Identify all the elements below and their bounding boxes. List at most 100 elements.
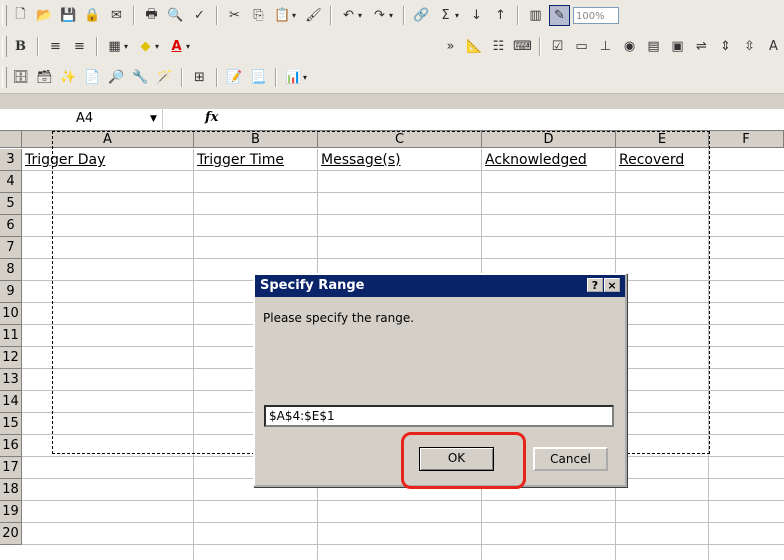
row-header[interactable]: 15 (0, 413, 22, 435)
row-header[interactable]: 13 (0, 369, 22, 391)
edit-sheet-icon[interactable]: 📝 (224, 67, 245, 88)
autosum-icon[interactable]: Σ (435, 5, 456, 26)
toolbar-grip[interactable] (2, 5, 7, 26)
wizard-icon[interactable]: ✨ (58, 67, 79, 88)
row-header[interactable]: 3 (0, 149, 22, 171)
row-header[interactable]: 4 (0, 171, 22, 193)
hyperlink-icon[interactable]: 🔗 (411, 5, 432, 26)
name-box[interactable]: A4 ▼ (0, 109, 163, 129)
row-header[interactable]: 5 (0, 193, 22, 215)
print-preview-icon[interactable]: 🔍 (165, 5, 186, 26)
row-header[interactable]: 16 (0, 435, 22, 457)
sort-ascending-icon[interactable]: ↓ (466, 5, 487, 26)
zoom-select[interactable]: 100% (573, 7, 619, 24)
toolbar-options-icon[interactable]: » (440, 36, 461, 57)
chevron-down-icon[interactable]: ▾ (186, 42, 194, 51)
view-code-icon[interactable]: ⌨ (512, 36, 533, 57)
scrollbar-control-icon[interactable]: ⇳ (739, 36, 760, 57)
fill-color-icon[interactable]: ◆ (135, 36, 156, 57)
row-header[interactable]: 14 (0, 391, 22, 413)
listbox-control-icon[interactable]: ▤ (643, 36, 664, 57)
row-header[interactable]: 18 (0, 479, 22, 501)
cut-icon[interactable]: ✂ (224, 5, 245, 26)
formula-bar: A4 ▼ fx (0, 109, 784, 131)
row-header[interactable]: 12 (0, 347, 22, 369)
standard-toolbar: 🗋 📂 💾 🔒 ✉ 🖶 🔍 ✓ ✂ ⎘ 📋 ▾ 🖌 ↶ ▾ ↷ ▾ 🔗 Σ ▾ … (0, 0, 784, 32)
undo-icon[interactable]: ↶ (338, 5, 359, 26)
chevron-down-icon[interactable]: ▾ (155, 42, 163, 51)
properties-icon[interactable]: ☷ (488, 36, 509, 57)
chevron-down-icon[interactable]: ▾ (389, 11, 397, 20)
paste-icon[interactable]: 📋 (272, 5, 293, 26)
align-left-icon[interactable]: ≡ (45, 36, 66, 57)
design-mode-icon[interactable]: 📐 (464, 36, 485, 57)
help-button[interactable]: ? (587, 278, 603, 292)
permission-icon[interactable]: 🔒 (82, 5, 103, 26)
label-control-icon[interactable]: ⊥ (595, 36, 616, 57)
column-header-f[interactable]: F (709, 131, 784, 148)
chevron-down-icon[interactable]: ▾ (358, 11, 366, 20)
row-header[interactable]: 8 (0, 259, 22, 281)
print-icon[interactable]: 🖶 (141, 5, 162, 26)
bold-icon[interactable]: B (10, 36, 31, 57)
toggle-control-icon[interactable]: ⇌ (691, 36, 712, 57)
edit-page-icon[interactable]: 📃 (248, 67, 269, 88)
separator (330, 6, 332, 25)
open-icon[interactable]: 📂 (34, 5, 55, 26)
separator (517, 6, 519, 25)
row-header[interactable]: 6 (0, 215, 22, 237)
wand-icon[interactable]: 🪄 (154, 67, 175, 88)
spin-control-icon[interactable]: ⇕ (715, 36, 736, 57)
tool-icon[interactable]: 🔧 (130, 67, 151, 88)
database-icon[interactable]: 🗄 (10, 67, 31, 88)
dialog-title: Specify Range (260, 278, 365, 293)
search-icon[interactable]: 🔎 (106, 67, 127, 88)
name-box-value: A4 (76, 111, 94, 126)
textbox-control-icon[interactable]: ▭ (571, 36, 592, 57)
dialog-title-bar[interactable]: Specify Range ? × (255, 275, 625, 297)
chevron-down-icon[interactable]: ▾ (303, 73, 311, 82)
redo-icon[interactable]: ↷ (369, 5, 390, 26)
new-icon[interactable]: 🗋 (10, 5, 31, 26)
chevron-down-icon[interactable]: ▾ (292, 11, 300, 20)
option-button-icon[interactable]: ◉ (619, 36, 640, 57)
row-header[interactable]: 10 (0, 303, 22, 325)
close-button[interactable]: × (604, 278, 620, 292)
sheet-icon[interactable]: 📄 (82, 67, 103, 88)
select-all-corner[interactable] (0, 131, 22, 148)
cancel-button[interactable]: Cancel (533, 447, 608, 471)
row-header[interactable]: 19 (0, 501, 22, 523)
row-header[interactable]: 17 (0, 457, 22, 479)
row-header[interactable]: 11 (0, 325, 22, 347)
grid-icon[interactable]: ⊞ (189, 67, 210, 88)
insert-function-icon[interactable]: fx (205, 110, 218, 125)
align-right-icon[interactable]: ≡ (69, 36, 90, 57)
checkbox-control-icon[interactable]: ☑ (547, 36, 568, 57)
drawing-icon[interactable]: ✎ (549, 5, 570, 26)
table-icon[interactable]: 🗃 (34, 67, 55, 88)
sort-descending-icon[interactable]: ↑ (490, 5, 511, 26)
font-icon[interactable]: A (763, 36, 784, 57)
font-color-icon[interactable]: A (166, 36, 187, 57)
separator (181, 68, 183, 87)
copy-icon[interactable]: ⎘ (248, 5, 269, 26)
email-icon[interactable]: ✉ (106, 5, 127, 26)
row-header[interactable]: 7 (0, 237, 22, 259)
row-header[interactable]: 20 (0, 523, 22, 545)
toolbar-grip[interactable] (2, 36, 7, 57)
format-painter-icon[interactable]: 🖌 (303, 5, 324, 26)
range-input[interactable]: $A$4:$E$1 (264, 405, 614, 427)
highlight-callout (401, 432, 526, 489)
chevron-down-icon[interactable]: ▾ (124, 42, 132, 51)
save-icon[interactable]: 💾 (58, 5, 79, 26)
chevron-down-icon[interactable]: ▾ (455, 11, 463, 20)
spelling-icon[interactable]: ✓ (189, 5, 210, 26)
toolbar-grip[interactable] (2, 67, 7, 88)
chevron-down-icon[interactable]: ▼ (150, 109, 157, 129)
separator (216, 6, 218, 25)
chart-wizard-icon[interactable]: ▥ (525, 5, 546, 26)
borders-icon[interactable]: ▦ (104, 36, 125, 57)
row-header[interactable]: 9 (0, 281, 22, 303)
chart-icon[interactable]: 📊 (283, 67, 304, 88)
combobox-control-icon[interactable]: ▣ (667, 36, 688, 57)
